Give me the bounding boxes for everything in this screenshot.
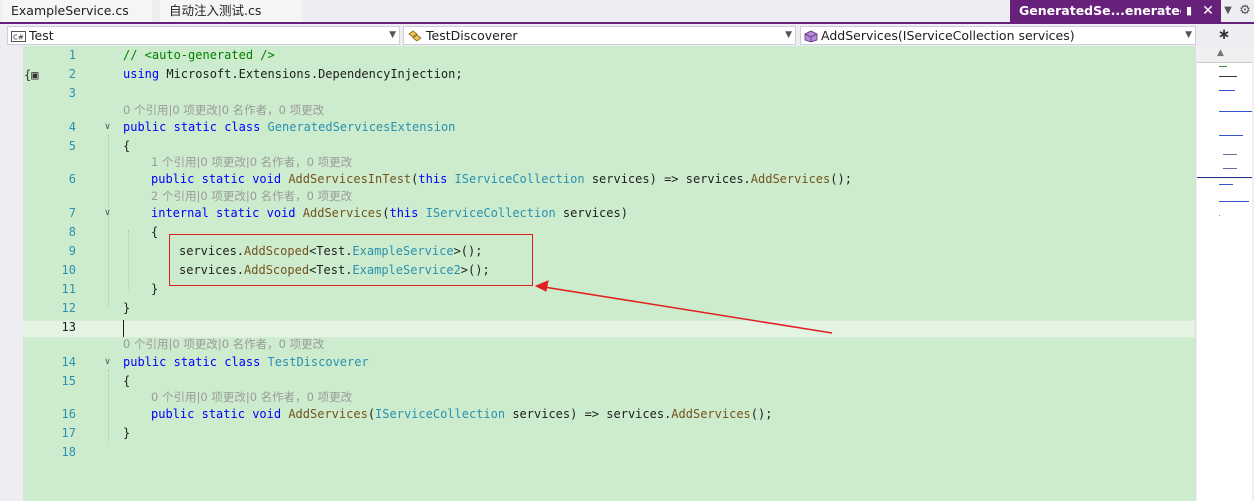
svg-text:C#: C# bbox=[13, 34, 24, 42]
split-window-icon[interactable]: ∗ bbox=[1212, 26, 1236, 45]
chevron-down-icon: ▼ bbox=[1185, 30, 1192, 40]
tab-label: GeneratedSe...enerated.cs bbox=[1019, 3, 1181, 18]
chevron-down-icon: ▼ bbox=[389, 30, 396, 40]
project-dropdown[interactable]: C# Test ▼ bbox=[7, 26, 400, 45]
type-dropdown[interactable]: TestDiscoverer ▼ bbox=[403, 26, 796, 45]
csharp-project-icon: C# bbox=[11, 31, 26, 42]
tab-label: 自动注入测试.cs bbox=[169, 3, 262, 18]
code-editor[interactable]: {▣ 1 // <auto-generated /> 2 using Micro… bbox=[0, 46, 1195, 501]
tab-example-service[interactable]: ExampleService.cs bbox=[2, 0, 152, 22]
method-icon bbox=[804, 30, 818, 43]
annotation-arrow bbox=[534, 280, 833, 334]
pin-icon[interactable]: ▮ bbox=[1182, 0, 1196, 22]
close-icon[interactable]: ✕ bbox=[1200, 0, 1216, 22]
member-name: AddServices(IServiceCollection services) bbox=[821, 28, 1075, 43]
navigation-bar: C# Test ▼ TestDiscoverer ▼ AddServices(I… bbox=[0, 24, 1254, 46]
scrollbar-map-viewport[interactable] bbox=[1197, 62, 1252, 178]
member-dropdown[interactable]: AddServices(IServiceCollection services)… bbox=[800, 26, 1196, 45]
type-name: TestDiscoverer bbox=[426, 28, 518, 43]
class-icon bbox=[408, 30, 422, 42]
document-tab-strip: ExampleService.cs 自动注入测试.cs GeneratedSe.… bbox=[0, 0, 1254, 24]
gear-icon[interactable]: ⚙ bbox=[1238, 3, 1252, 19]
project-name: Test bbox=[29, 28, 54, 43]
tab-label: ExampleService.cs bbox=[11, 3, 129, 18]
tab-generated-active[interactable]: GeneratedSe...enerated.cs ▮ ✕ bbox=[1010, 0, 1221, 22]
scroll-up-icon[interactable]: ▲ bbox=[1217, 48, 1224, 58]
scrollbar-map[interactable] bbox=[1197, 179, 1252, 501]
vertical-scrollbar[interactable]: ▲ bbox=[1195, 46, 1254, 501]
chevron-down-icon[interactable]: ▼ bbox=[1222, 5, 1234, 19]
tab-auto-inject-test[interactable]: 自动注入测试.cs bbox=[160, 0, 302, 22]
chevron-down-icon: ▼ bbox=[785, 30, 792, 40]
